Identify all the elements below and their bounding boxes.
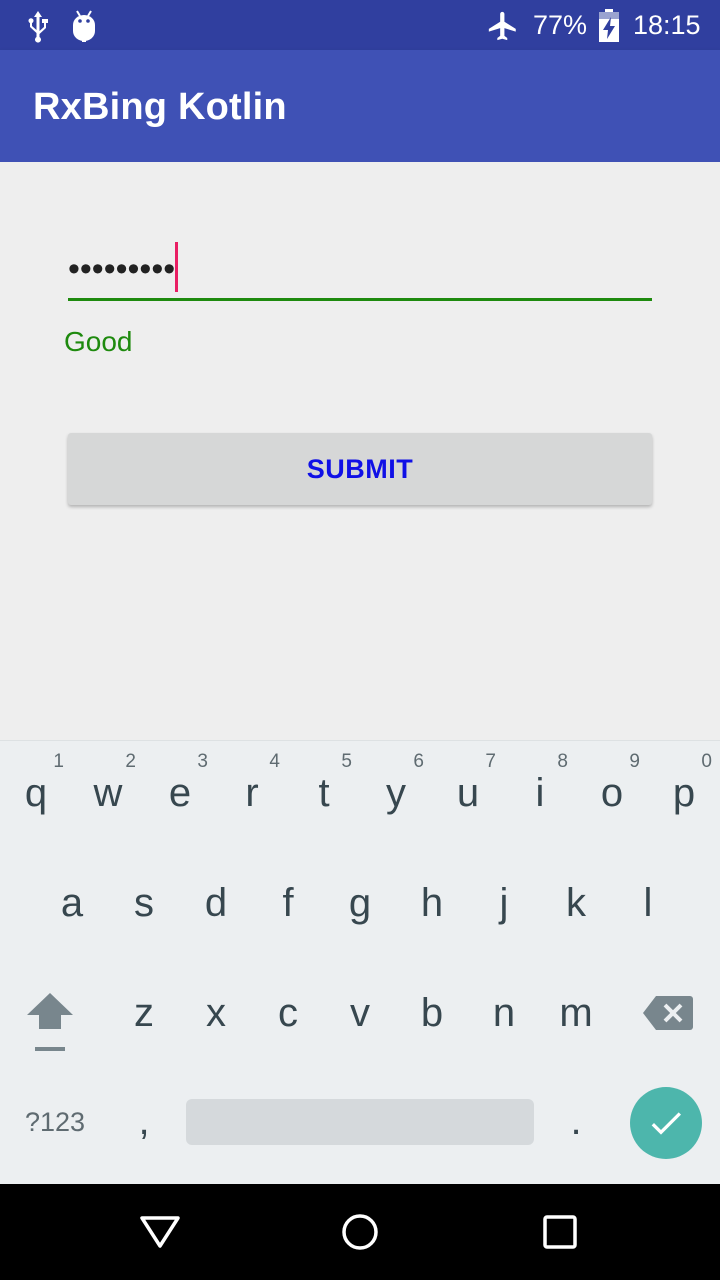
password-value: ••••••••• [68,250,176,288]
key-l[interactable]: l [612,851,684,951]
key-n[interactable]: n [468,961,540,1061]
key-f[interactable]: f [252,851,324,951]
key-x[interactable]: x [180,961,252,1061]
key-z[interactable]: z [108,961,180,1061]
key-j[interactable]: j [468,851,540,951]
symbols-key[interactable]: ?123 [10,1071,100,1171]
space-bar[interactable] [186,1099,534,1145]
key-r[interactable]: 4r [216,741,288,841]
key-s[interactable]: s [108,851,180,951]
battery-charging-icon [599,9,619,42]
submit-button[interactable]: SUBMIT [68,433,652,505]
key-h[interactable]: h [396,851,468,951]
key-e[interactable]: 3e [144,741,216,841]
key-v[interactable]: v [324,961,396,1061]
key-c[interactable]: c [252,961,324,1061]
status-time: 18:15 [633,10,701,40]
password-field[interactable]: ••••••••• [68,242,652,301]
password-strength-label: Good [64,326,133,357]
key-d[interactable]: d [180,851,252,951]
period-key[interactable]: . [540,1071,612,1171]
submit-button-label: SUBMIT [306,453,414,484]
checkmark-icon [651,1112,681,1135]
key-q[interactable]: 1q [0,741,72,841]
key-p[interactable]: 0p [648,741,720,841]
usb-icon [28,11,48,43]
key-g[interactable]: g [324,851,396,951]
key-w[interactable]: 2w [72,741,144,841]
key-u[interactable]: 7u [432,741,504,841]
comma-key[interactable]: , [108,1071,180,1171]
airplane-mode-icon [488,11,516,41]
backspace-icon [643,996,693,1030]
key-o[interactable]: 9o [576,741,648,841]
key-k[interactable]: k [540,851,612,951]
recents-icon[interactable] [542,1214,578,1250]
battery-percent: 77% [533,10,588,40]
back-icon[interactable] [138,1212,182,1252]
status-bar: 77% 18:15 [0,0,720,50]
text-cursor [175,242,178,292]
navigation-bar [0,1184,720,1280]
key-i[interactable]: 8i [504,741,576,841]
app-title: RxBing Kotlin [33,86,287,128]
main-content: ••••••••• Good SUBMIT [0,162,720,740]
app-bar: RxBing Kotlin [0,50,720,162]
shift-key[interactable] [14,961,86,1061]
soft-keyboard: 1q 2w 3e 4r 5t 6y 7u 8i 9o 0p a s d f g … [0,740,720,1185]
key-m[interactable]: m [540,961,612,1061]
shift-icon [27,993,73,1051]
backspace-key[interactable] [630,961,702,1061]
android-debug-icon [73,10,95,42]
done-key[interactable] [630,1087,702,1159]
key-t[interactable]: 5t [288,741,360,841]
home-icon[interactable] [340,1212,380,1252]
key-y[interactable]: 6y [360,741,432,841]
key-b[interactable]: b [396,961,468,1061]
key-a[interactable]: a [36,851,108,951]
